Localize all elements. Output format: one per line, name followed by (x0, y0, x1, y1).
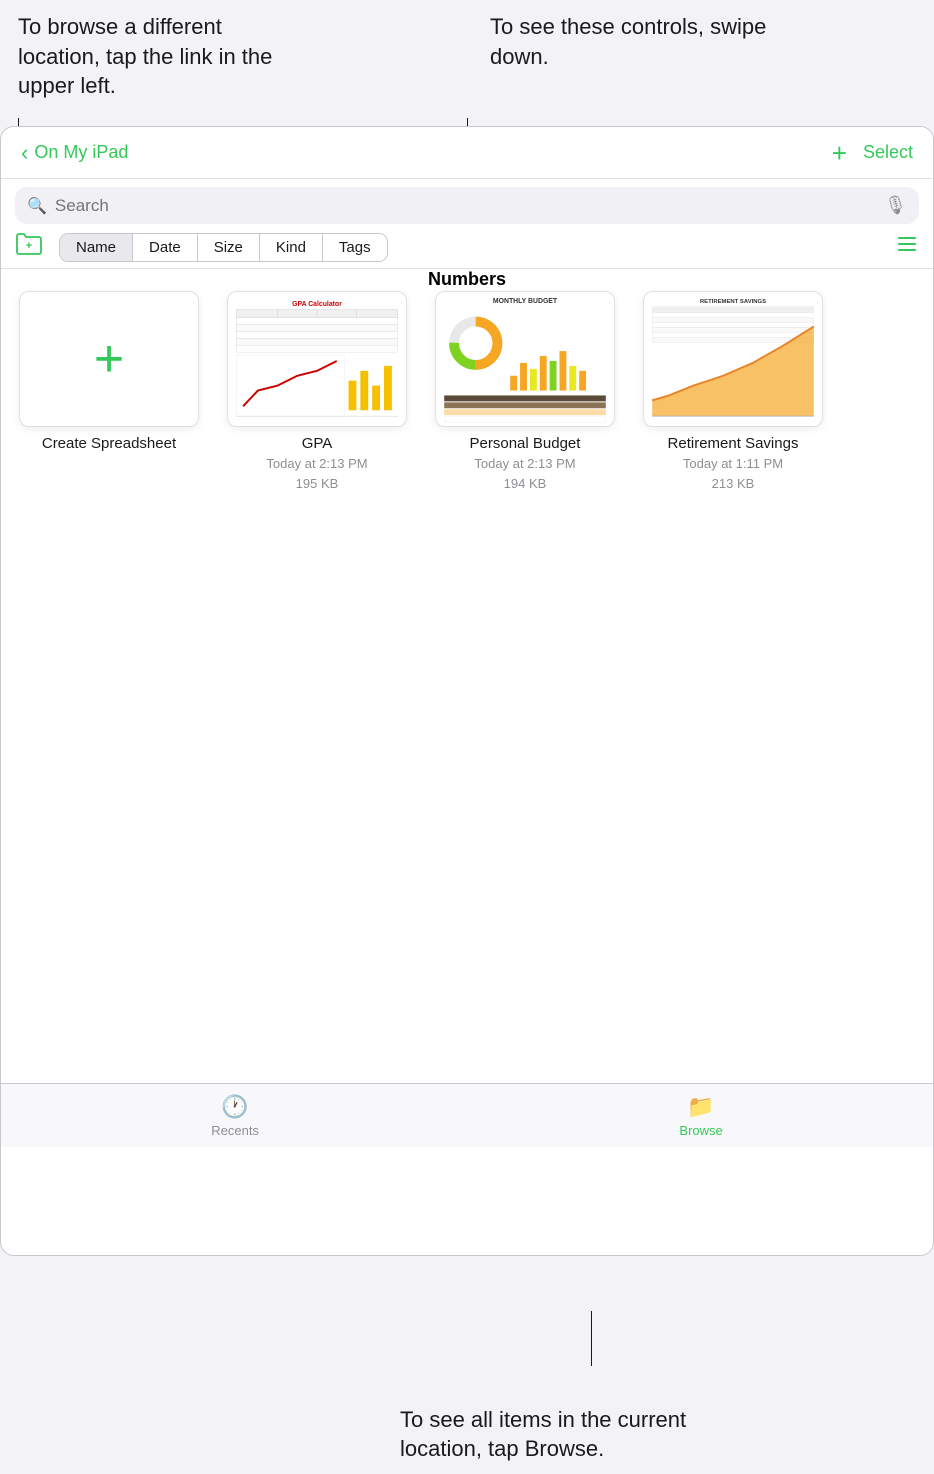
search-bar: 🔍 🎙 (15, 187, 919, 224)
file-meta: Today at 2:13 PM194 KB (474, 454, 575, 493)
add-button[interactable]: + (832, 140, 847, 166)
select-button[interactable]: Select (863, 142, 913, 163)
nav-actions: + Select (832, 140, 913, 166)
svg-text:GPA Calculator: GPA Calculator (292, 301, 342, 308)
file-name: Personal Budget (470, 435, 581, 452)
browse-icon: 📁 (687, 1094, 714, 1120)
sort-name[interactable]: Name (60, 234, 133, 261)
nav-bar: ‹ On My iPad + Select (1, 127, 933, 179)
annotation-bottom: To see all items in the current location… (400, 1405, 710, 1464)
toolbar-row: + Name Date Size Kind Tags (1, 232, 933, 269)
annotation-top-right: To see these controls, swipe down. (490, 12, 790, 71)
svg-text:+: + (26, 240, 32, 252)
tab-browse-label: Browse (679, 1123, 722, 1138)
sort-pills: Name Date Size Kind Tags (59, 233, 388, 262)
personal-budget-item[interactable]: MONTHLY BUDGET (435, 291, 615, 493)
file-meta: Today at 1:11 PM213 KB (683, 454, 783, 493)
tab-recents[interactable]: 🕐 Recents (191, 1088, 279, 1144)
tab-bar: 🕐 Recents 📁 Browse (1, 1083, 933, 1147)
gpa-thumb: GPA Calculator (227, 291, 407, 427)
chevron-left-icon: ‹ (21, 140, 28, 166)
file-meta: Today at 2:13 PM195 KB (266, 454, 367, 493)
create-spreadsheet-item[interactable]: + Create Spreadsheet (19, 291, 199, 452)
sort-tags[interactable]: Tags (323, 234, 387, 261)
sort-kind[interactable]: Kind (260, 234, 323, 261)
create-plus-icon: + (94, 333, 124, 385)
search-input[interactable] (55, 196, 876, 216)
gpa-item[interactable]: GPA Calculator (227, 291, 407, 493)
annotation-top-left: To browse a different location, tap the … (18, 12, 298, 101)
file-name: Retirement Savings (668, 435, 799, 452)
back-label: On My iPad (34, 142, 128, 163)
svg-text:RETIREMENT SAVINGS: RETIREMENT SAVINGS (700, 299, 766, 305)
recents-icon: 🕐 (221, 1094, 248, 1120)
tab-browse[interactable]: 📁 Browse (659, 1088, 742, 1144)
back-button[interactable]: ‹ On My iPad (21, 140, 832, 166)
file-name: Create Spreadsheet (42, 435, 176, 452)
microphone-icon[interactable]: 🎙 (884, 195, 907, 216)
sort-size[interactable]: Size (198, 234, 260, 261)
file-name: GPA (302, 435, 333, 452)
app-chrome: ‹ On My iPad + Select Numbers 🔍 🎙 + Name… (0, 126, 934, 1256)
retirement-item[interactable]: RETIREMENT SAVINGS Retirement Savin (643, 291, 823, 493)
files-grid: + Create Spreadsheet GPA Calculator (1, 269, 933, 515)
sort-date[interactable]: Date (133, 234, 198, 261)
new-folder-icon[interactable]: + (15, 232, 43, 262)
search-icon: 🔍 (27, 196, 47, 216)
retirement-thumb: RETIREMENT SAVINGS (643, 291, 823, 427)
create-thumb: + (19, 291, 199, 427)
budget-thumb: MONTHLY BUDGET (435, 291, 615, 427)
list-view-icon[interactable] (895, 234, 919, 260)
tab-recents-label: Recents (211, 1123, 259, 1138)
callout-line-bottom (591, 1311, 592, 1366)
